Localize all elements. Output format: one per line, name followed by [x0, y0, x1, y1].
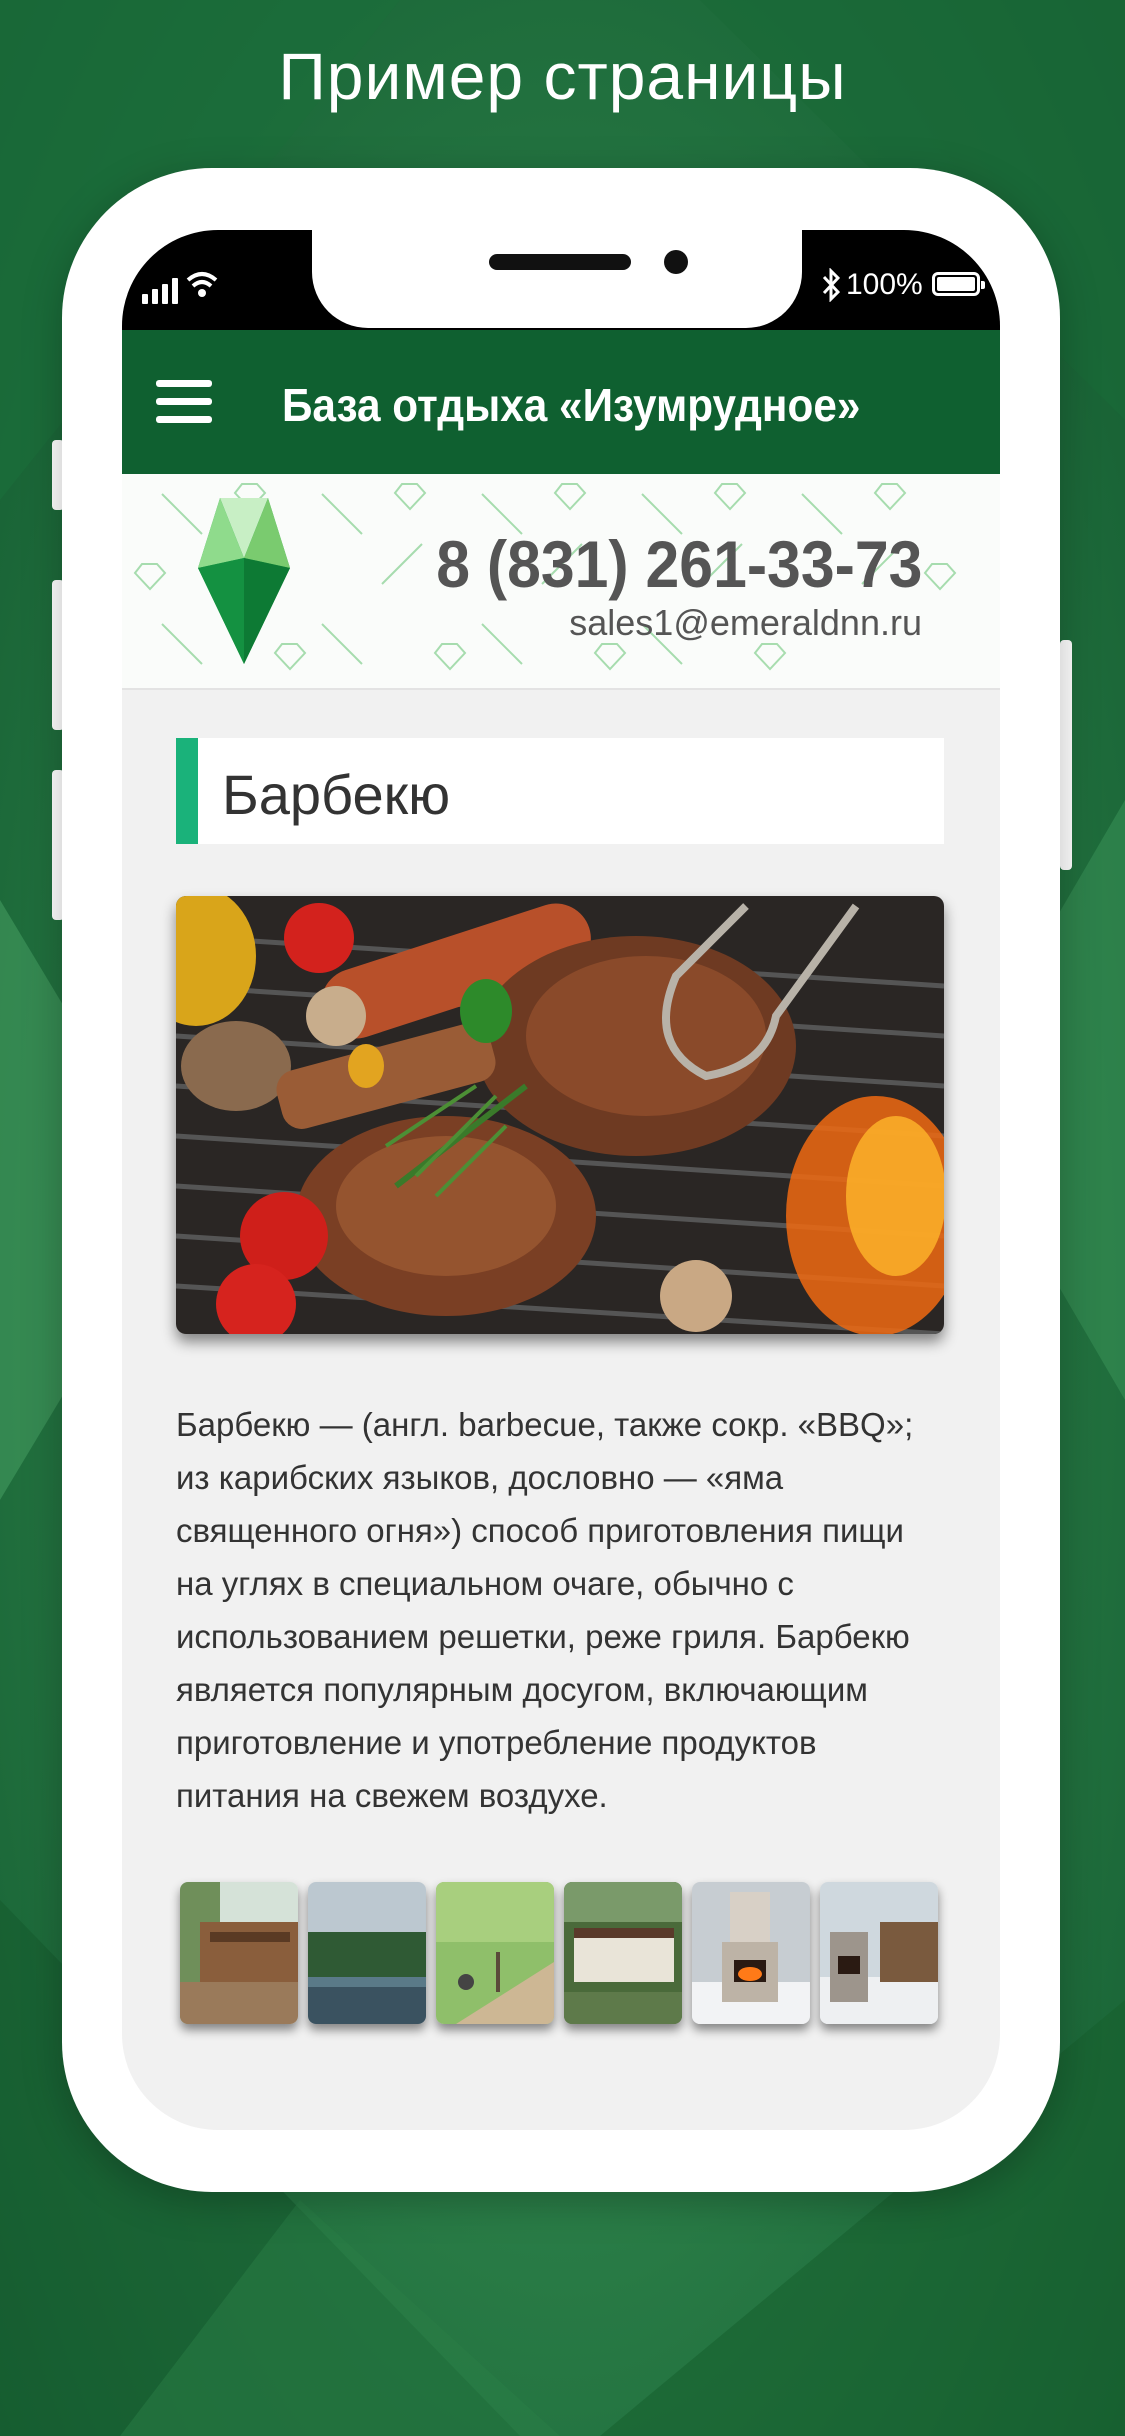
power-button — [1060, 640, 1072, 870]
section-header: Барбекю — [176, 738, 944, 844]
article-text: Барбекю — (англ. barbecue, также сокр. «… — [176, 1398, 956, 1822]
gallery-thumbnail[interactable] — [436, 1882, 554, 2024]
article-line: на углях в специальном очаге, обычно с — [176, 1565, 794, 1602]
camera — [664, 250, 688, 274]
bbq-hero-image — [176, 896, 944, 1334]
gallery-thumbnail[interactable] — [820, 1882, 938, 2024]
photo-gallery — [180, 1882, 940, 2026]
article-line: приготовление и употребление продуктов — [176, 1724, 817, 1761]
notch — [312, 230, 802, 328]
gallery-thumbnail[interactable] — [564, 1882, 682, 2024]
article-line: Барбекю — (англ. barbecue, также сокр. «… — [176, 1406, 914, 1443]
promo-title: Пример страницы — [278, 39, 847, 113]
phone-frame: 100% База отдыха «Изумрудное» 8 (831) 26… — [62, 168, 1060, 2192]
battery-icon — [932, 272, 985, 296]
gallery-thumbnail[interactable] — [180, 1882, 298, 2024]
article-line: питания на свежем воздухе. — [176, 1777, 608, 1814]
speaker — [489, 254, 631, 270]
bluetooth-icon — [822, 268, 840, 302]
battery-percent: 100% — [846, 268, 923, 301]
gallery-thumbnail[interactable] — [308, 1882, 426, 2024]
contact-phone[interactable]: 8 (831) 261-33-73 — [436, 526, 922, 602]
app-bar: База отдыха «Изумрудное» — [122, 330, 1000, 474]
app-bar-title: База отдыха «Изумрудное» — [282, 379, 861, 431]
contact-email[interactable]: sales1@emeraldnn.ru — [569, 602, 922, 644]
emerald-logo-icon — [198, 498, 290, 664]
section-accent-bar — [176, 738, 198, 844]
status-bar: 100% — [122, 230, 1000, 330]
phone-screen: 100% База отдыха «Изумрудное» 8 (831) 26… — [122, 230, 1000, 2130]
hamburger-icon[interactable] — [156, 380, 212, 424]
gallery-thumbnail[interactable] — [692, 1882, 810, 2024]
signal-icon — [142, 278, 178, 304]
article-line: является популярным досугом, включающим — [176, 1671, 868, 1708]
brand-header: 8 (831) 261-33-73 sales1@emeraldnn.ru — [122, 474, 1000, 690]
section-title: Барбекю — [222, 763, 451, 826]
article-line: из карибских языков, дословно — «яма — [176, 1459, 784, 1496]
wifi-icon — [186, 272, 218, 297]
article-line: священного огня») способ приготовления п… — [176, 1512, 904, 1549]
article-line: использованием решетки, реже гриля. Барб… — [176, 1618, 910, 1655]
